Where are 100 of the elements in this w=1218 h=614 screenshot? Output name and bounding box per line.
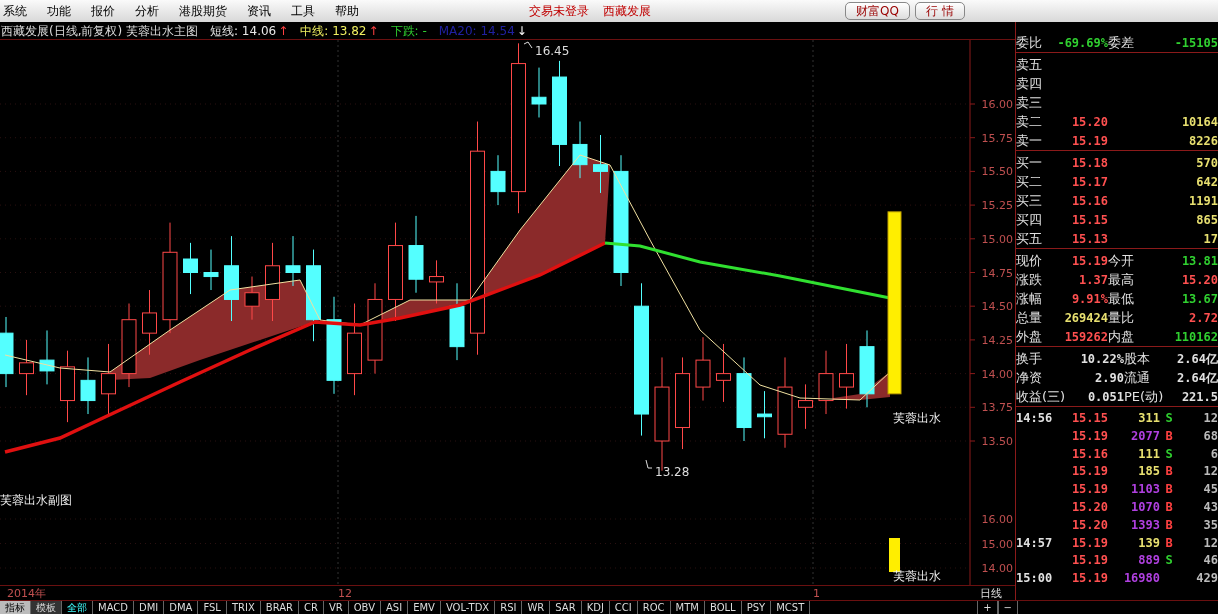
- menu-item[interactable]: 港股期货: [179, 2, 227, 20]
- view-tab[interactable]: 指标: [0, 601, 31, 614]
- candle: [0, 316, 14, 388]
- period-label: 日线: [980, 586, 1002, 602]
- quote-value: 110162: [1173, 328, 1218, 346]
- chart-title: 西藏发展(日线,前复权) 芙蓉出水主图: [1, 22, 198, 40]
- order-price: 15.15: [1070, 211, 1108, 229]
- quote-label: 换手: [1016, 350, 1043, 368]
- login-status: 交易未登录: [529, 3, 589, 20]
- candle: [244, 276, 260, 321]
- quote-label: 外盘: [1016, 328, 1043, 346]
- tick-price: 15.15: [1070, 410, 1108, 427]
- candle: [839, 343, 854, 410]
- tick-count: 35: [1202, 516, 1218, 534]
- candle: [531, 67, 547, 118]
- menu-item[interactable]: 帮助: [335, 2, 359, 20]
- signal-label: 芙蓉出水: [893, 569, 941, 583]
- tick-time: 14:57: [1016, 534, 1054, 552]
- candle: [818, 350, 834, 415]
- axis-label: 15.00: [981, 537, 1013, 551]
- order-label: 卖一: [1016, 132, 1043, 150]
- order-label: 卖三: [1016, 94, 1043, 112]
- order-label: 买三: [1016, 192, 1043, 210]
- order-label: 卖二: [1016, 113, 1043, 131]
- tick-price: 15.19: [1070, 463, 1108, 481]
- order-price: 15.18: [1070, 154, 1108, 172]
- quote-value: 269424: [1063, 309, 1108, 327]
- view-tab[interactable]: 模板: [31, 601, 62, 614]
- zoom-button[interactable]: +: [977, 601, 998, 614]
- menu-item[interactable]: 分析: [135, 2, 159, 20]
- menu-item[interactable]: 工具: [291, 2, 315, 20]
- tick-price: 15.20: [1070, 516, 1108, 534]
- tick-price: 15.19: [1070, 427, 1108, 445]
- quote-label: 总量: [1016, 309, 1043, 327]
- quote-value: 2.64亿: [1176, 369, 1218, 387]
- axis-label: 14.25: [981, 333, 1013, 347]
- axis-label: 15.25: [981, 199, 1013, 213]
- trade-side: S: [1164, 445, 1174, 463]
- quote-label: 涨跌: [1016, 271, 1043, 289]
- candle: [695, 336, 711, 402]
- quote-value: 159262: [1063, 328, 1108, 346]
- tick-count: 6: [1209, 445, 1218, 463]
- arrow-icon: ↑: [278, 21, 289, 40]
- axis-label: 14.50: [981, 300, 1013, 314]
- tick-time: 14:56: [1016, 410, 1054, 427]
- leader-line: [523, 41, 533, 49]
- quote-value: -69.69%: [1056, 34, 1108, 52]
- tick-price: 15.19: [1070, 570, 1108, 588]
- trade-side: B: [1164, 534, 1174, 552]
- arrow-icon: ↑: [368, 21, 379, 40]
- candle: [142, 289, 157, 356]
- axis-label: 13.50: [981, 435, 1013, 448]
- tick-volume: 1393: [1130, 516, 1160, 534]
- quote-label: 今开: [1108, 252, 1135, 270]
- candle: [39, 329, 55, 385]
- quote-value: 13.81: [1180, 252, 1218, 270]
- candle: [798, 383, 813, 430]
- quote-value: 0.051: [1086, 388, 1124, 406]
- quote-value: 15.20: [1180, 271, 1218, 289]
- tick-volume: 16980: [1122, 570, 1160, 588]
- axis-label: 15.00: [981, 232, 1013, 246]
- order-price: 15.16: [1070, 192, 1108, 210]
- tick-volume: 139: [1137, 534, 1160, 552]
- quote-label: 收益(三): [1016, 388, 1067, 406]
- candle: [285, 235, 301, 287]
- date-label: 2014年: [7, 586, 46, 602]
- price-label: 16.45: [535, 44, 570, 58]
- quote-label: PE(动): [1124, 388, 1165, 406]
- tick-price: 15.19: [1070, 481, 1108, 499]
- candle: [716, 343, 731, 403]
- menu-item[interactable]: 系统: [3, 2, 27, 20]
- tick-volume: 311: [1137, 410, 1160, 427]
- candle: [429, 259, 444, 304]
- axis-label: 15.50: [981, 165, 1013, 179]
- order-label: 买二: [1016, 173, 1043, 191]
- order-label: 卖四: [1016, 75, 1043, 93]
- axis-label: 14.00: [981, 367, 1013, 381]
- quote-value: 2.72: [1188, 309, 1218, 327]
- quote-value: 10.22%: [1080, 350, 1124, 368]
- order-price: 15.13: [1070, 230, 1108, 248]
- toolbar-button[interactable]: 财富QQ: [845, 2, 910, 20]
- indicator-value: 中线: 13.82: [300, 22, 367, 40]
- signal-bar: [889, 538, 900, 572]
- arrow-icon: ↓: [516, 21, 527, 40]
- order-price: 15.17: [1070, 173, 1108, 191]
- signal-label: 芙蓉出水: [893, 411, 941, 425]
- toolbar-button[interactable]: 行 情: [914, 2, 965, 20]
- chart-title: 芙蓉出水副图: [0, 493, 72, 507]
- tick-count: 46: [1202, 552, 1218, 570]
- quote-value: 13.67: [1180, 290, 1218, 308]
- menu-item[interactable]: 功能: [47, 2, 71, 20]
- trade-side: B: [1164, 516, 1174, 534]
- menu-item[interactable]: 资讯: [247, 2, 271, 20]
- tick-volume: 111: [1137, 445, 1160, 463]
- menu-item[interactable]: 报价: [91, 2, 115, 20]
- order-price: 15.19: [1070, 132, 1108, 150]
- axis-label: 16.00: [981, 513, 1013, 526]
- tick-count: 45: [1202, 481, 1218, 499]
- indicator-value: MA20: 14.54: [438, 22, 515, 40]
- quote-label: 委差: [1108, 34, 1135, 52]
